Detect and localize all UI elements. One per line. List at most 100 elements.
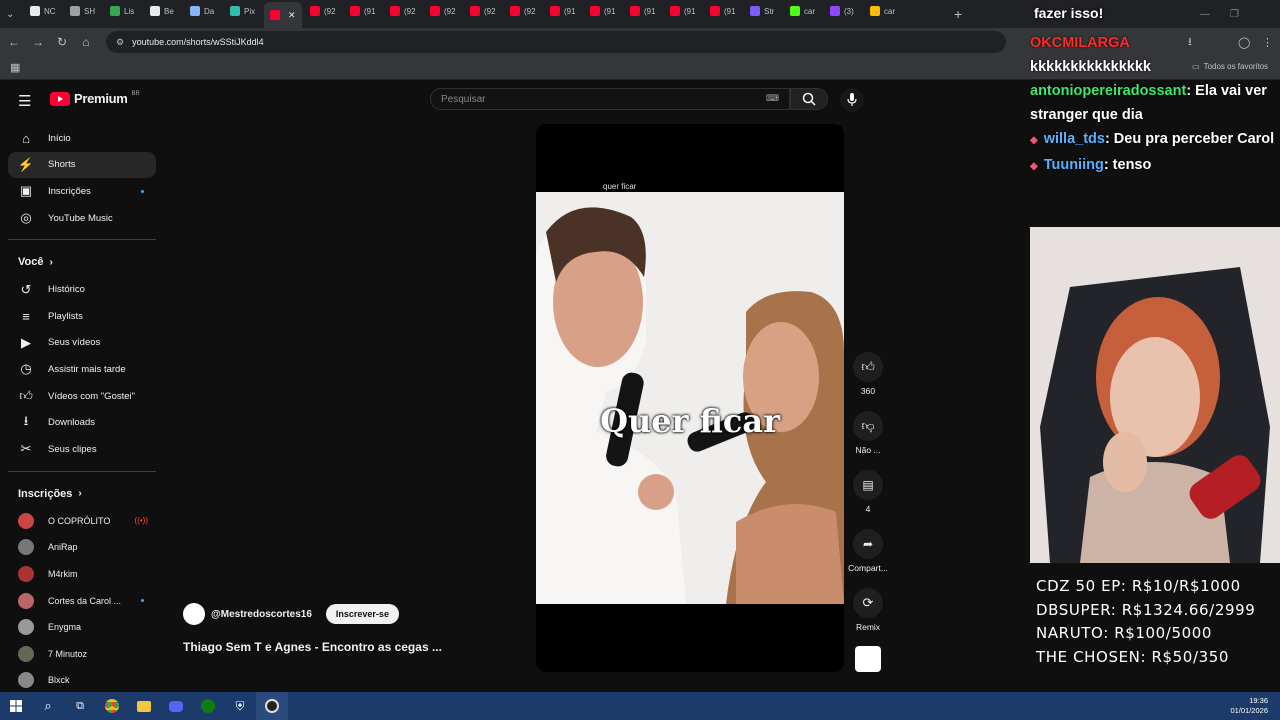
browser-tab[interactable]: Da (184, 0, 222, 22)
sound-thumbnail[interactable] (855, 646, 881, 672)
subscription-item[interactable]: Cortes da Carol ... (8, 587, 156, 614)
obs-icon[interactable] (256, 692, 288, 720)
taskbar-clock[interactable]: 19:36 01/01/2026 (1230, 696, 1268, 716)
playlists-icon: ≡ (22, 308, 30, 324)
browser-tab[interactable]: (92 (464, 0, 502, 22)
subscriptions-section-header[interactable]: Inscrições › (8, 480, 156, 508)
subscription-item[interactable]: M4rkim (8, 561, 156, 588)
channel-avatar (18, 512, 34, 529)
browser-tab[interactable]: ✕ (264, 2, 302, 28)
task-view-icon[interactable]: ⧉ (64, 692, 96, 720)
tab-label: SH (84, 6, 96, 16)
subs-header-label: Inscrições (18, 487, 73, 500)
you-section-header[interactable]: Você › (8, 248, 156, 276)
voice-search-button[interactable] (840, 88, 864, 112)
subscription-item[interactable]: Enygma (8, 614, 156, 641)
new-content-dot (141, 189, 144, 193)
windows-start-icon[interactable] (0, 692, 32, 720)
browser-tab[interactable]: (91 (344, 0, 382, 22)
search-button[interactable] (790, 88, 828, 110)
tab-label: (91 (644, 6, 656, 16)
browser-tab[interactable]: (92 (424, 0, 462, 22)
keyboard-icon[interactable]: ⌨ (766, 93, 779, 104)
channel-avatar (18, 566, 34, 583)
browser-tab[interactable]: Str (744, 0, 782, 22)
channel-avatar[interactable] (183, 603, 205, 625)
hamburger-menu-icon[interactable]: ☰ (18, 92, 31, 110)
sidebar-item[interactable]: ▣ Inscrições (8, 178, 156, 205)
mic-icon (847, 93, 857, 106)
comment-icon: ▤ (862, 478, 874, 492)
like-button[interactable]: 👍︎ (853, 352, 883, 382)
taskbar-search-icon[interactable]: ⌕ (32, 692, 64, 720)
short-title[interactable]: Thiago Sem T e Agnes - Encontro as cegas… (183, 640, 442, 654)
browser-tab[interactable]: SH (64, 0, 102, 22)
tab-label: (91 (724, 6, 736, 16)
browser-tab[interactable]: (3) (824, 0, 862, 22)
remix-button[interactable]: ⟳ (853, 588, 883, 618)
comments-button[interactable]: ▤ (853, 470, 883, 500)
sidebar-item[interactable]: ↺ Histórico (8, 276, 156, 303)
xbox-icon[interactable] (192, 692, 224, 720)
sidebar-item[interactable]: ⚡ Shorts (8, 151, 156, 179)
sidebar-item[interactable]: ⌂ Início (8, 125, 156, 152)
browser-tab[interactable]: (91 (584, 0, 622, 22)
channel-avatar (18, 619, 34, 636)
site-info-icon[interactable]: ⚙ (116, 37, 124, 48)
tab-close-icon[interactable]: ✕ (288, 10, 296, 21)
sidebar-item[interactable]: 👍︎ Vídeos com "Gostei" (8, 383, 156, 410)
tab-favicon-icon (470, 6, 480, 16)
browser-tab[interactable]: (92 (384, 0, 422, 22)
forward-icon[interactable]: → (28, 32, 48, 52)
sidebar-item[interactable]: ✂ Seus clipes (8, 436, 156, 463)
discord-icon[interactable] (160, 692, 192, 720)
browser-tab[interactable]: (92 (504, 0, 542, 22)
subscription-item[interactable]: O COPRÓLITO ((•)) (8, 508, 156, 535)
new-tab-button[interactable]: + (954, 6, 962, 22)
tab-label: Pix (244, 6, 256, 16)
dislike-button[interactable]: 👎︎ (853, 411, 883, 441)
tab-label: Da (204, 6, 215, 16)
file-explorer-icon[interactable] (128, 692, 160, 720)
browser-tab[interactable]: car (864, 0, 902, 22)
security-shield-icon[interactable]: ⛨ (224, 692, 256, 720)
share-button[interactable]: ➦ (853, 529, 883, 559)
reload-icon[interactable]: ↻ (52, 32, 72, 52)
back-icon[interactable]: ← (4, 32, 24, 52)
youtube-logo[interactable]: Premium BR (50, 91, 140, 106)
sidebar-item[interactable]: ⭳ Downloads (8, 409, 156, 436)
url-field[interactable]: ⚙ youtube.com/shorts/wSStiJKddl4 (106, 31, 1006, 53)
sidebar-item[interactable]: ≡ Playlists (8, 303, 156, 330)
browser-tab[interactable]: (91 (704, 0, 742, 22)
subscription-item[interactable]: AniRap (8, 534, 156, 561)
video-scene-illustration (536, 192, 844, 604)
subscribe-button[interactable]: Inscrever-se (325, 604, 399, 624)
sidebar-item[interactable]: ◷ Assistir mais tarde (8, 356, 156, 383)
maximize-button[interactable]: ❐ (1230, 9, 1239, 20)
browser-tab[interactable]: (91 (664, 0, 702, 22)
subscription-item[interactable]: 7 Minutoz (8, 641, 156, 668)
browser-tab[interactable]: (91 (544, 0, 582, 22)
browser-tab[interactable]: Be (144, 0, 182, 22)
browser-tab[interactable]: Pix (224, 0, 262, 22)
sidebar-item[interactable]: ▶ Seus vídeos (8, 330, 156, 357)
shorts-video-player[interactable]: quer ficar Quer ficar (536, 124, 844, 672)
tab-search-button[interactable]: ⌄ (6, 9, 22, 20)
minimize-button[interactable]: — (1200, 9, 1210, 20)
chrome-icon[interactable] (96, 692, 128, 720)
browser-tab[interactable]: NC (24, 0, 62, 22)
browser-tab[interactable]: Lis (104, 0, 142, 22)
channel-name[interactable]: @Mestredoscortes16 (211, 609, 312, 620)
sidebar-item[interactable]: ◎ YouTube Music (8, 205, 156, 232)
subscription-item[interactable]: Blxck (8, 667, 156, 694)
search-input[interactable]: Pesquisar (430, 88, 790, 110)
browser-tab[interactable]: (91 (624, 0, 662, 22)
apps-grid-icon[interactable]: ▦ (10, 61, 20, 74)
browser-tab[interactable]: (92 (304, 0, 342, 22)
browser-tab[interactable]: car (784, 0, 822, 22)
home-button-icon[interactable]: ⌂ (76, 32, 96, 52)
video-frame: Quer ficar (536, 192, 844, 604)
tab-favicon-icon (190, 6, 200, 16)
chat-badge-icon: ◆ (1030, 135, 1038, 146)
donation-goals: CDZ 50 EP: R$10/R$1000 DBSUPER: R$1324.66… (1036, 575, 1255, 669)
